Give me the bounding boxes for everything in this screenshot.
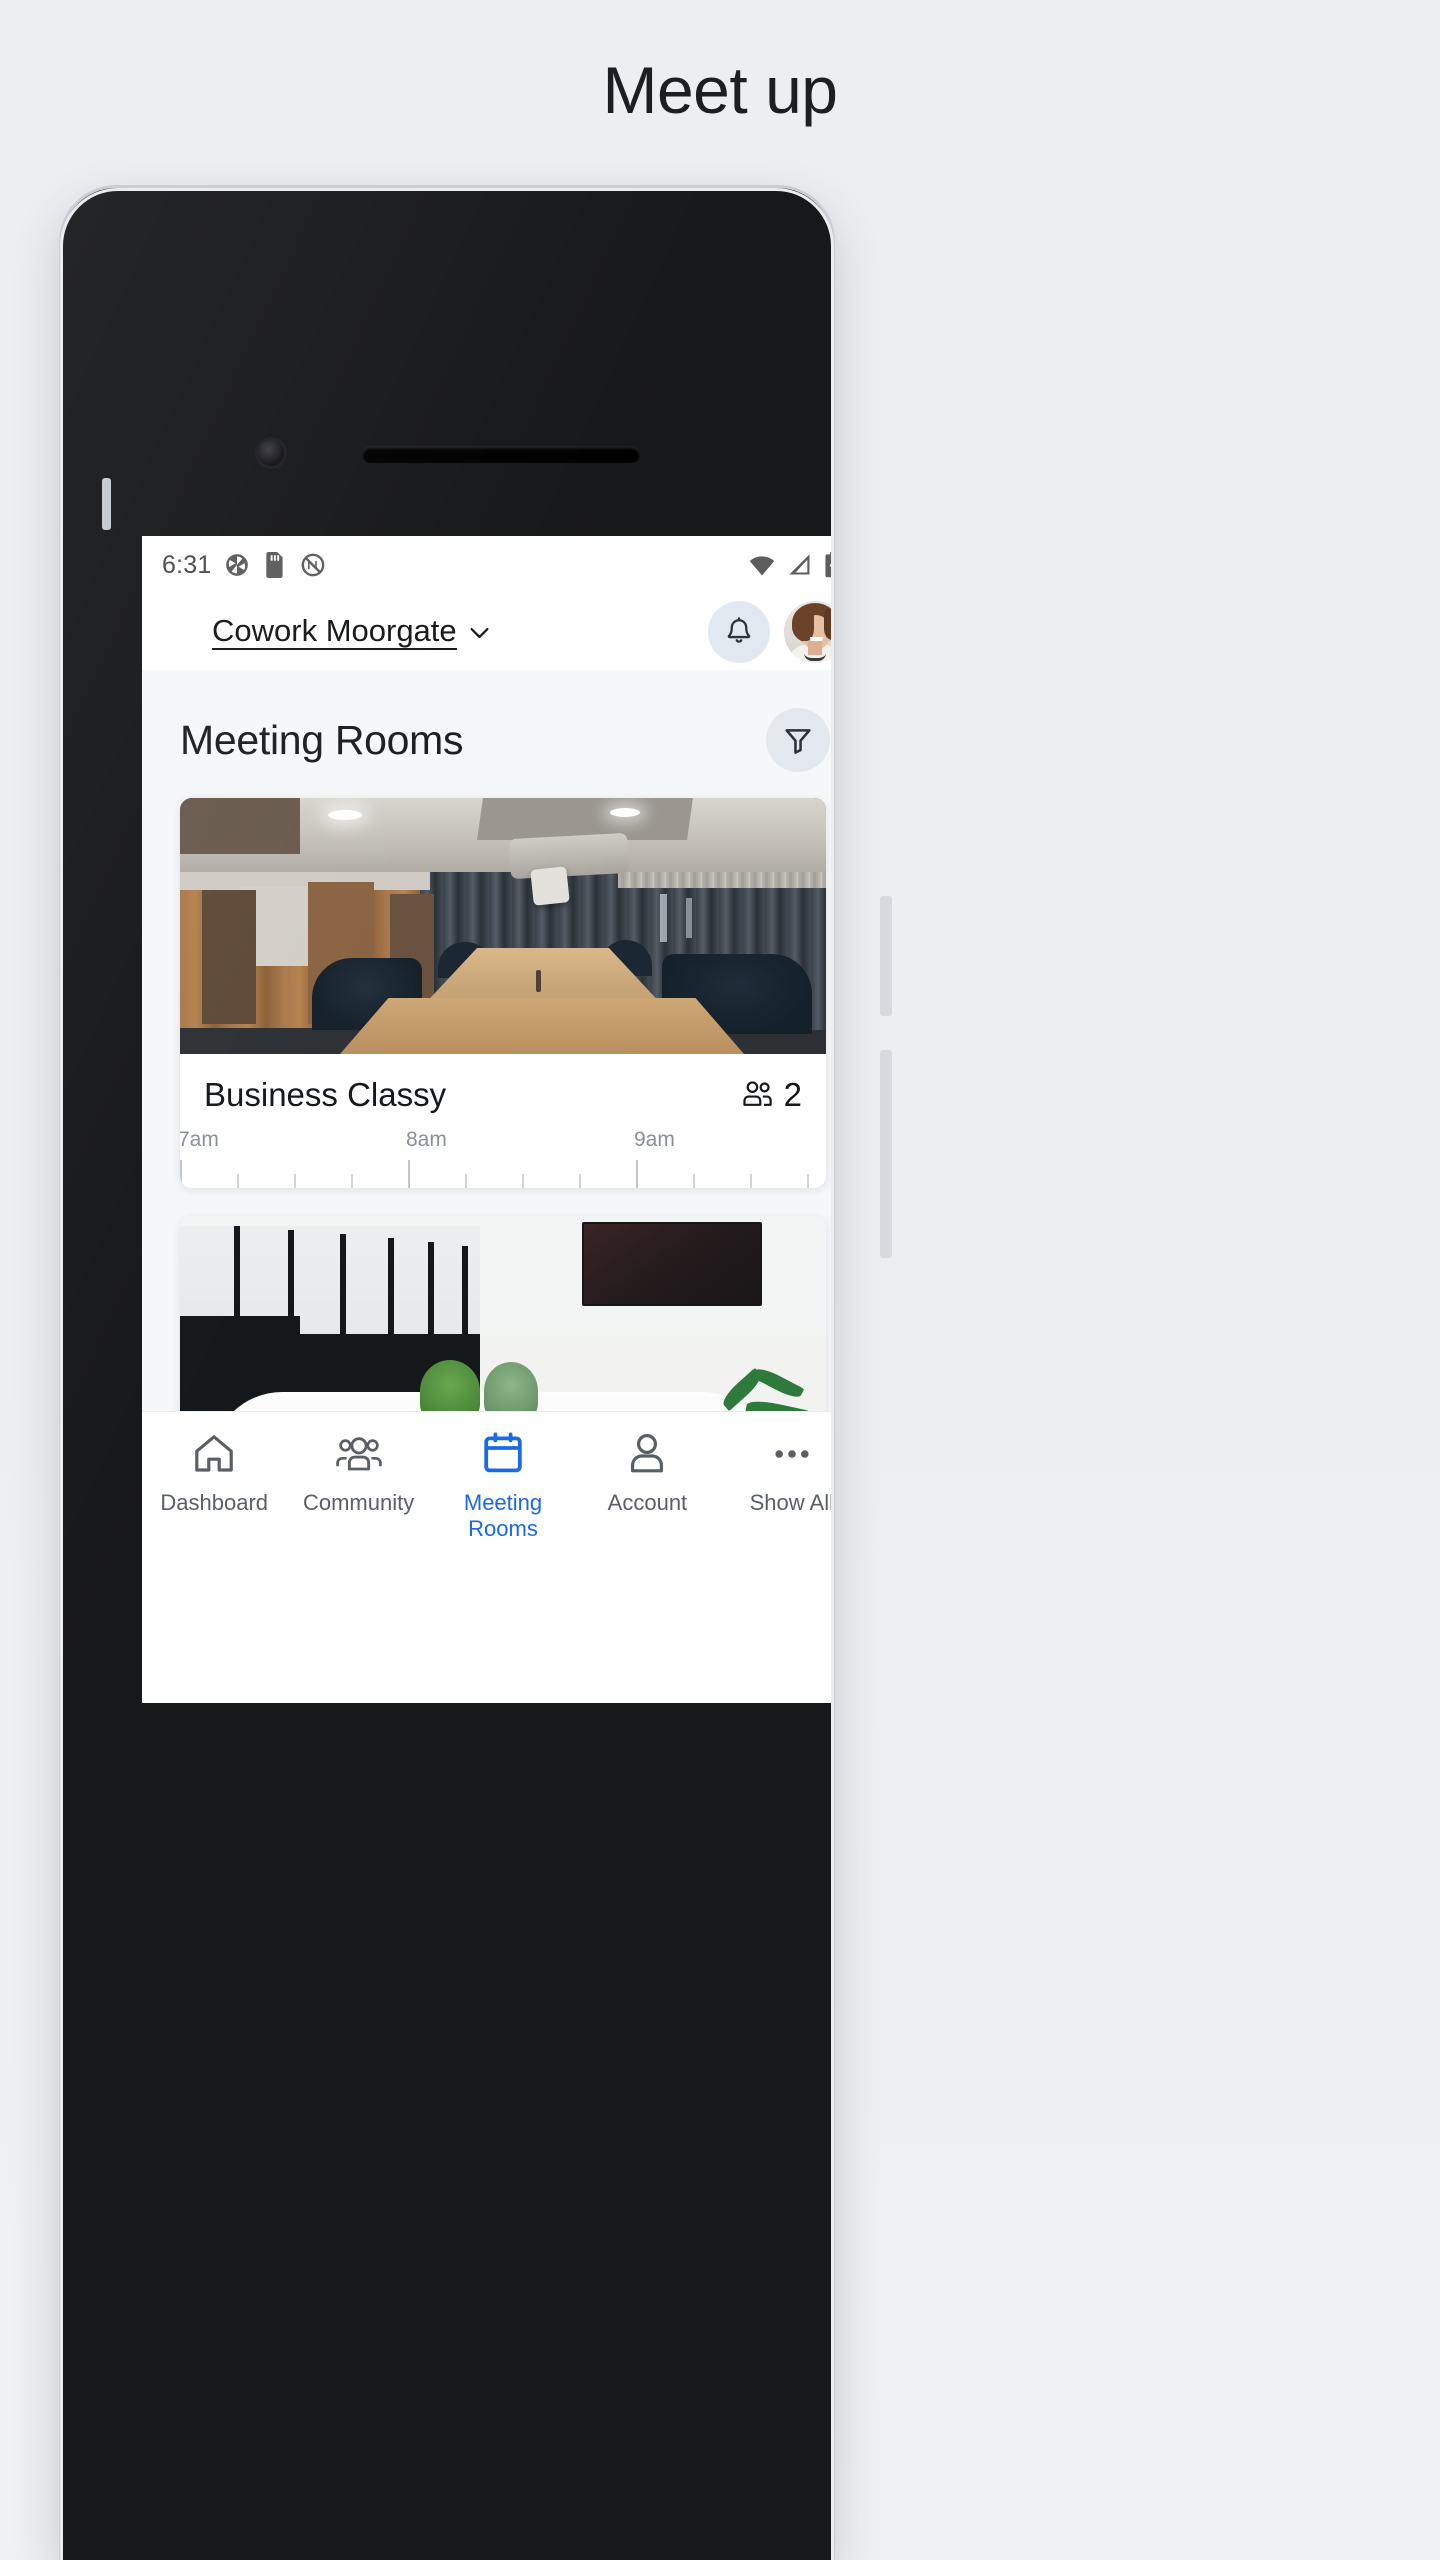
phone-button-left bbox=[102, 478, 111, 530]
phone-button-volume bbox=[880, 896, 892, 1016]
phone-glass-edge bbox=[60, 188, 834, 2560]
phone-mockup: 6:31 Cowork Moorgate Meeting Rooms Busin… bbox=[52, 188, 892, 2560]
phone-button-power bbox=[880, 1050, 892, 1258]
poster-canvas: Meet up 6:31 Cowork Moorgate Meeting Roo… bbox=[0, 0, 1440, 2560]
page-title: Meet up bbox=[602, 53, 838, 127]
